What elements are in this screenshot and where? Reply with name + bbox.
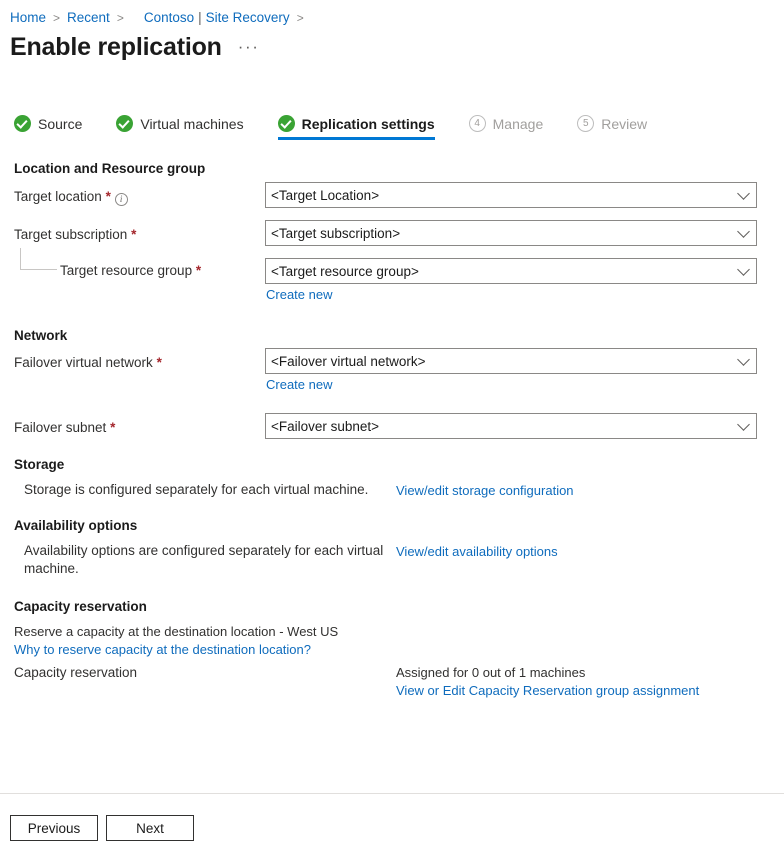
breadcrumb-item-home[interactable]: Home xyxy=(10,9,46,27)
check-icon xyxy=(278,115,295,132)
view-edit-capacity-reservation-group-link[interactable]: View or Edit Capacity Reservation group … xyxy=(396,682,699,699)
breadcrumb-resource-section: Site Recovery xyxy=(206,10,290,25)
breadcrumb-separator-icon: > xyxy=(53,9,60,27)
target-location-dropdown[interactable]: <Target Location> xyxy=(265,182,757,208)
check-icon xyxy=(116,115,133,132)
create-new-resource-group-link[interactable]: Create new xyxy=(266,286,332,303)
step-label: Manage xyxy=(493,116,544,132)
wizard-steps: Source Virtual machines Replication sett… xyxy=(14,115,681,140)
section-heading-storage: Storage xyxy=(14,457,64,472)
step-virtual-machines[interactable]: Virtual machines xyxy=(116,115,243,140)
target-subscription-dropdown[interactable]: <Target subscription> xyxy=(265,220,757,246)
more-menu-icon[interactable]: ··· xyxy=(238,38,260,56)
info-icon[interactable]: i xyxy=(115,193,128,206)
tree-connector xyxy=(20,248,57,270)
step-manage: 4 Manage xyxy=(469,115,544,140)
previous-button[interactable]: Previous xyxy=(10,815,98,841)
target-resource-group-value: <Target resource group> xyxy=(271,264,419,279)
section-heading-network: Network xyxy=(14,328,67,343)
label-failover-subnet: Failover subnet * xyxy=(14,419,115,437)
chevron-down-icon xyxy=(737,187,750,200)
required-asterisk: * xyxy=(196,263,201,278)
next-button[interactable]: Next xyxy=(106,815,194,841)
availability-description: Availability options are configured sepa… xyxy=(24,542,384,578)
target-location-value: <Target Location> xyxy=(271,188,379,203)
capacity-assigned-status: Assigned for 0 out of 1 machines xyxy=(396,664,585,682)
failover-virtual-network-dropdown[interactable]: <Failover virtual network> xyxy=(265,348,757,374)
target-subscription-value: <Target subscription> xyxy=(271,226,400,241)
check-icon xyxy=(14,115,31,132)
capacity-description: Reserve a capacity at the destination lo… xyxy=(14,623,338,641)
breadcrumb-separator-icon: > xyxy=(297,9,304,27)
storage-description: Storage is configured separately for eac… xyxy=(24,481,384,499)
breadcrumb-separator-icon: > xyxy=(117,9,124,27)
target-resource-group-dropdown[interactable]: <Target resource group> xyxy=(265,258,757,284)
title-row: Enable replication ··· xyxy=(10,30,260,64)
breadcrumb-item-resource[interactable]: Contoso | Site Recovery xyxy=(144,9,290,27)
required-asterisk: * xyxy=(131,227,136,242)
step-label: Virtual machines xyxy=(140,116,243,132)
chevron-down-icon xyxy=(737,263,750,276)
step-number-icon: 4 xyxy=(469,115,486,132)
breadcrumb-pipe: | xyxy=(198,10,202,25)
step-label: Review xyxy=(601,116,647,132)
breadcrumb: Home > Recent > Contoso | Site Recovery > xyxy=(10,9,311,27)
section-heading-availability: Availability options xyxy=(14,518,137,533)
step-label: Replication settings xyxy=(302,116,435,132)
wizard-footer: Previous Next xyxy=(10,815,194,841)
required-asterisk: * xyxy=(110,420,115,435)
required-asterisk: * xyxy=(106,189,111,204)
breadcrumb-resource-name: Contoso xyxy=(144,10,194,25)
step-label: Source xyxy=(38,116,82,132)
failover-virtual-network-value: <Failover virtual network> xyxy=(271,354,426,369)
view-edit-availability-options-link[interactable]: View/edit availability options xyxy=(396,543,558,560)
chevron-down-icon xyxy=(737,353,750,366)
section-heading-capacity: Capacity reservation xyxy=(14,599,147,614)
footer-divider xyxy=(0,793,784,794)
breadcrumb-item-recent[interactable]: Recent xyxy=(67,9,110,27)
create-new-vnet-link[interactable]: Create new xyxy=(266,376,332,393)
label-target-subscription: Target subscription * xyxy=(14,226,136,244)
view-edit-storage-configuration-link[interactable]: View/edit storage configuration xyxy=(396,482,574,499)
step-number-icon: 5 xyxy=(577,115,594,132)
page-title: Enable replication xyxy=(10,30,222,64)
label-target-resource-group: Target resource group * xyxy=(60,262,201,280)
failover-subnet-value: <Failover subnet> xyxy=(271,419,379,434)
why-reserve-capacity-link[interactable]: Why to reserve capacity at the destinati… xyxy=(14,641,311,658)
label-failover-virtual-network: Failover virtual network * xyxy=(14,354,162,372)
section-heading-location: Location and Resource group xyxy=(14,161,205,176)
failover-subnet-dropdown[interactable]: <Failover subnet> xyxy=(265,413,757,439)
capacity-reservation-row-label: Capacity reservation xyxy=(14,664,137,682)
enable-replication-blade: Home > Recent > Contoso|Site Recovery > … xyxy=(0,0,784,847)
step-review: 5 Review xyxy=(577,115,647,140)
chevron-down-icon xyxy=(737,418,750,431)
chevron-down-icon xyxy=(737,225,750,238)
step-replication-settings[interactable]: Replication settings xyxy=(278,115,435,140)
required-asterisk: * xyxy=(157,355,162,370)
step-source[interactable]: Source xyxy=(14,115,82,140)
label-target-location: Target location * i xyxy=(14,188,128,206)
